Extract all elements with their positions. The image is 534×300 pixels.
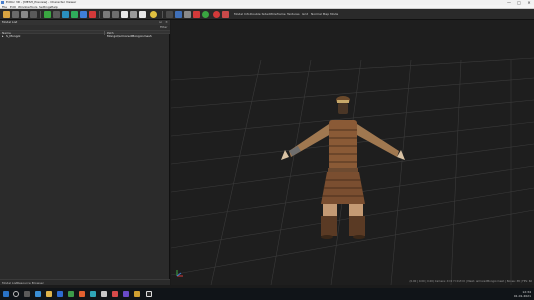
search-icon[interactable] — [13, 291, 19, 297]
import-icon[interactable] — [21, 11, 28, 18]
wireframe-toggle[interactable]: Wireframe — [270, 12, 286, 17]
windows-logo-icon[interactable] — [3, 291, 9, 297]
row-path: Mongol/armoredMongol.mesh — [107, 34, 152, 38]
editor-icon[interactable] — [123, 291, 129, 297]
double-sided-toggle[interactable]: Double Sided — [250, 12, 270, 17]
clock[interactable]: 12:34 01.01.2021 — [505, 290, 531, 298]
app-icon[interactable] — [146, 291, 152, 297]
mail-icon[interactable] — [57, 291, 63, 297]
app-window: Editor 3D - [MESH_Preview] - Character V… — [0, 0, 534, 300]
viewport-scene — [171, 57, 534, 285]
stop-icon[interactable] — [213, 11, 220, 18]
material-icon[interactable] — [62, 11, 69, 18]
browser-icon[interactable] — [35, 291, 41, 297]
chat-icon[interactable] — [101, 291, 107, 297]
save-icon[interactable] — [12, 11, 19, 18]
expand-arrow-icon[interactable]: ▸ — [2, 34, 4, 39]
grid-toggle[interactable]: Grid — [302, 12, 308, 17]
bone-icon[interactable] — [89, 11, 96, 18]
game-icon[interactable] — [90, 291, 96, 297]
light-bulb-icon[interactable] — [150, 11, 157, 18]
toolbar: Model Info Double Sided Wireframe Textur… — [0, 9, 534, 20]
tab-model-list[interactable]: Model List — [2, 280, 17, 286]
media-icon[interactable] — [79, 291, 85, 297]
pointer-icon[interactable] — [103, 11, 110, 18]
open-folder-icon[interactable] — [3, 11, 10, 18]
export-icon[interactable] — [30, 11, 37, 18]
mesh-icon[interactable] — [44, 11, 51, 18]
store-icon[interactable] — [68, 291, 74, 297]
model-info-button[interactable]: Model Info — [234, 12, 250, 17]
loop-icon[interactable] — [222, 11, 229, 18]
shading-icon[interactable] — [184, 11, 191, 18]
model-list-panel: Model List ⊡ ✕ Filter Name Path ▸ S_Mong… — [0, 20, 170, 285]
task-view-icon[interactable] — [24, 291, 30, 297]
tab-resource-browser[interactable]: Resource Browser — [17, 280, 44, 286]
toolbar-separator — [99, 11, 100, 18]
toolbar-separator — [162, 11, 163, 18]
taskbar: 12:34 01.01.2021 — [0, 288, 534, 300]
camera-icon[interactable] — [139, 11, 146, 18]
character-model[interactable] — [281, 96, 405, 239]
toolbar-separator — [40, 11, 41, 18]
3d-viewport[interactable]: (0.00 | 0.00 | 0.00) Camera: X=0 Y=0 Z=0… — [171, 20, 534, 285]
photo-icon[interactable] — [134, 291, 140, 297]
move-icon[interactable] — [112, 11, 119, 18]
record-icon[interactable] — [193, 11, 200, 18]
wireframe-icon[interactable] — [175, 11, 182, 18]
cursor-icon[interactable] — [53, 11, 60, 18]
eye-icon[interactable] — [121, 11, 128, 18]
texture-icon[interactable] — [71, 11, 78, 18]
terminal-icon[interactable] — [112, 291, 118, 297]
panel-footer: Model List Resource Browser — [0, 279, 170, 285]
folder-icon[interactable] — [46, 291, 52, 297]
scale-icon[interactable] — [130, 11, 137, 18]
play-icon[interactable] — [202, 11, 209, 18]
table-row[interactable]: ▸ S_Mongol Mongol/armoredMongol.mesh — [0, 34, 170, 39]
row-name: S_Mongol — [6, 34, 21, 38]
uv-icon[interactable] — [80, 11, 87, 18]
clock-date: 01.01.2021 — [513, 294, 531, 298]
textures-toggle[interactable]: Textures — [287, 12, 300, 17]
app-icon — [1, 1, 4, 4]
viewport-status: (0.00 | 0.00 | 0.00) Camera: X=0 Y=0 Z=0… — [409, 280, 532, 283]
normal-map-toggle[interactable]: Normal Map Mode — [311, 12, 338, 17]
grid-icon[interactable] — [166, 11, 173, 18]
